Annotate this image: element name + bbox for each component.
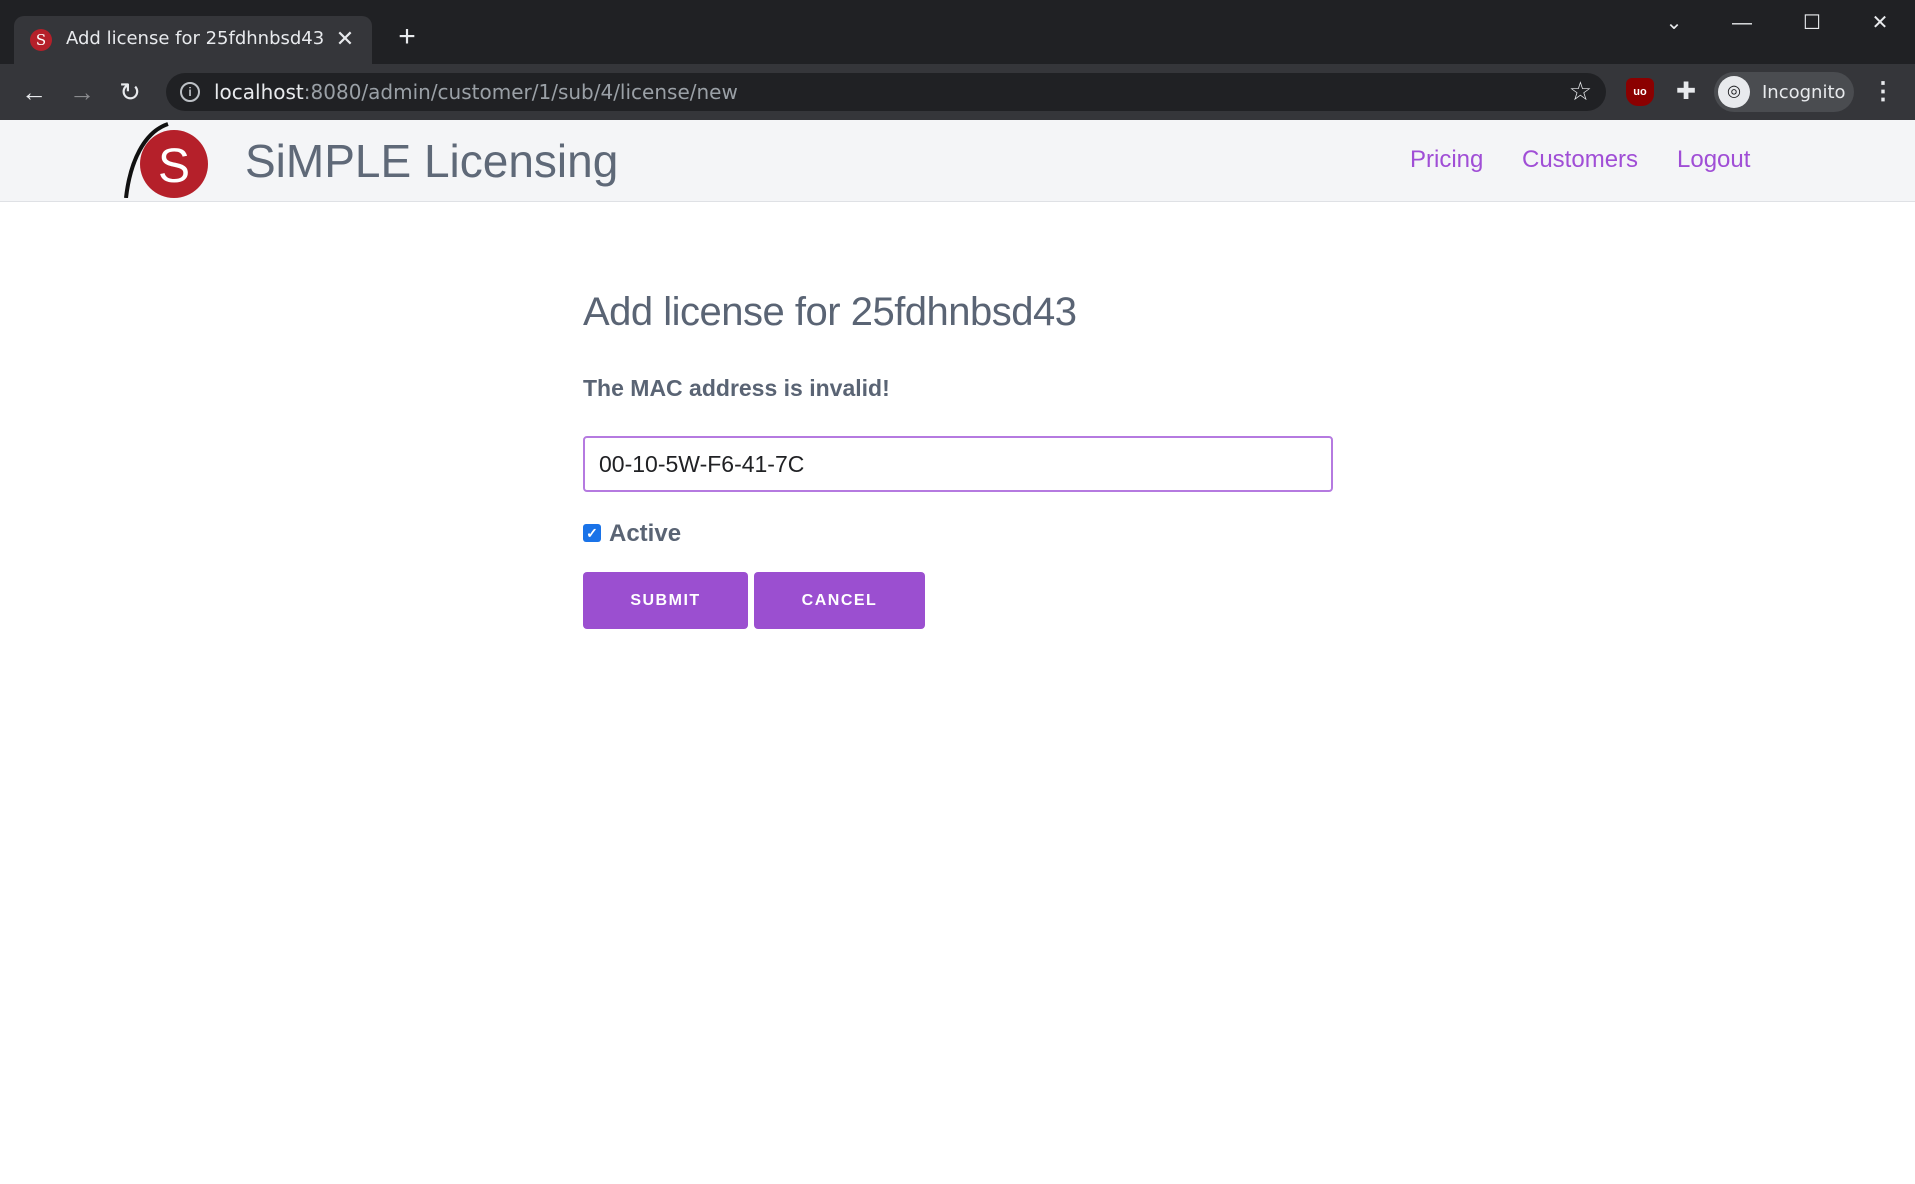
active-checkbox[interactable]: ✓: [583, 524, 601, 542]
mac-address-input[interactable]: [583, 436, 1333, 492]
active-label[interactable]: Active: [609, 520, 681, 548]
incognito-profile-button[interactable]: ◎ Incognito: [1714, 72, 1854, 112]
url-text[interactable]: localhost:8080/admin/customer/1/sub/4/li…: [214, 80, 738, 104]
nav-link-logout[interactable]: Logout: [1677, 146, 1750, 174]
active-row: ✓ Active: [583, 520, 1333, 550]
brand-name[interactable]: SiMPLE Licensing: [245, 134, 618, 188]
tab-search-icon[interactable]: ⌄: [1652, 8, 1696, 38]
browser-menu-icon[interactable]: ⋮: [1868, 74, 1898, 110]
tab-title: Add license for 25fdhnbsd43: [66, 28, 325, 49]
address-bar[interactable]: i localhost:8080/admin/customer/1/sub/4/…: [166, 73, 1606, 111]
minimize-icon[interactable]: —: [1720, 8, 1764, 38]
site-info-icon[interactable]: i: [180, 82, 200, 102]
ublock-extension-icon[interactable]: uo: [1626, 78, 1654, 106]
favicon-icon: S: [30, 29, 52, 51]
license-form: Add license for 25fdhnbsd43 The MAC addr…: [583, 290, 1333, 630]
reload-icon[interactable]: ↻: [112, 74, 148, 110]
new-tab-icon[interactable]: +: [390, 20, 424, 54]
browser-tab[interactable]: S Add license for 25fdhnbsd43 ✕: [14, 16, 372, 64]
logo-letter: S: [158, 140, 190, 193]
nav-link-customers[interactable]: Customers: [1522, 146, 1638, 174]
back-icon[interactable]: ←: [16, 74, 52, 110]
submit-button[interactable]: SUBMIT: [583, 572, 748, 629]
extensions-puzzle-icon[interactable]: ✚: [1672, 78, 1700, 106]
form-actions: SUBMIT CANCEL: [583, 572, 1333, 630]
close-tab-icon[interactable]: ✕: [330, 24, 360, 54]
error-message: The MAC address is invalid!: [583, 375, 890, 401]
bookmark-star-icon[interactable]: ☆: [1569, 76, 1592, 107]
site-header: S SiMPLE Licensing Pricing Customers Log…: [0, 120, 1915, 202]
forward-icon[interactable]: →: [64, 74, 100, 110]
incognito-icon: ◎: [1718, 76, 1750, 108]
maximize-icon[interactable]: ☐: [1790, 8, 1834, 38]
simple-logo-icon[interactable]: S: [124, 122, 210, 198]
browser-tab-strip: S Add license for 25fdhnbsd43 ✕ + ⌄ — ☐ …: [0, 0, 1915, 64]
page-title: Add license for 25fdhnbsd43: [583, 290, 1077, 334]
window-close-icon[interactable]: ✕: [1858, 8, 1902, 38]
incognito-label: Incognito: [1762, 82, 1846, 103]
nav-link-pricing[interactable]: Pricing: [1410, 146, 1483, 174]
browser-toolbar: ← → ↻ i localhost:8080/admin/customer/1/…: [0, 64, 1915, 120]
cancel-button[interactable]: CANCEL: [754, 572, 925, 629]
